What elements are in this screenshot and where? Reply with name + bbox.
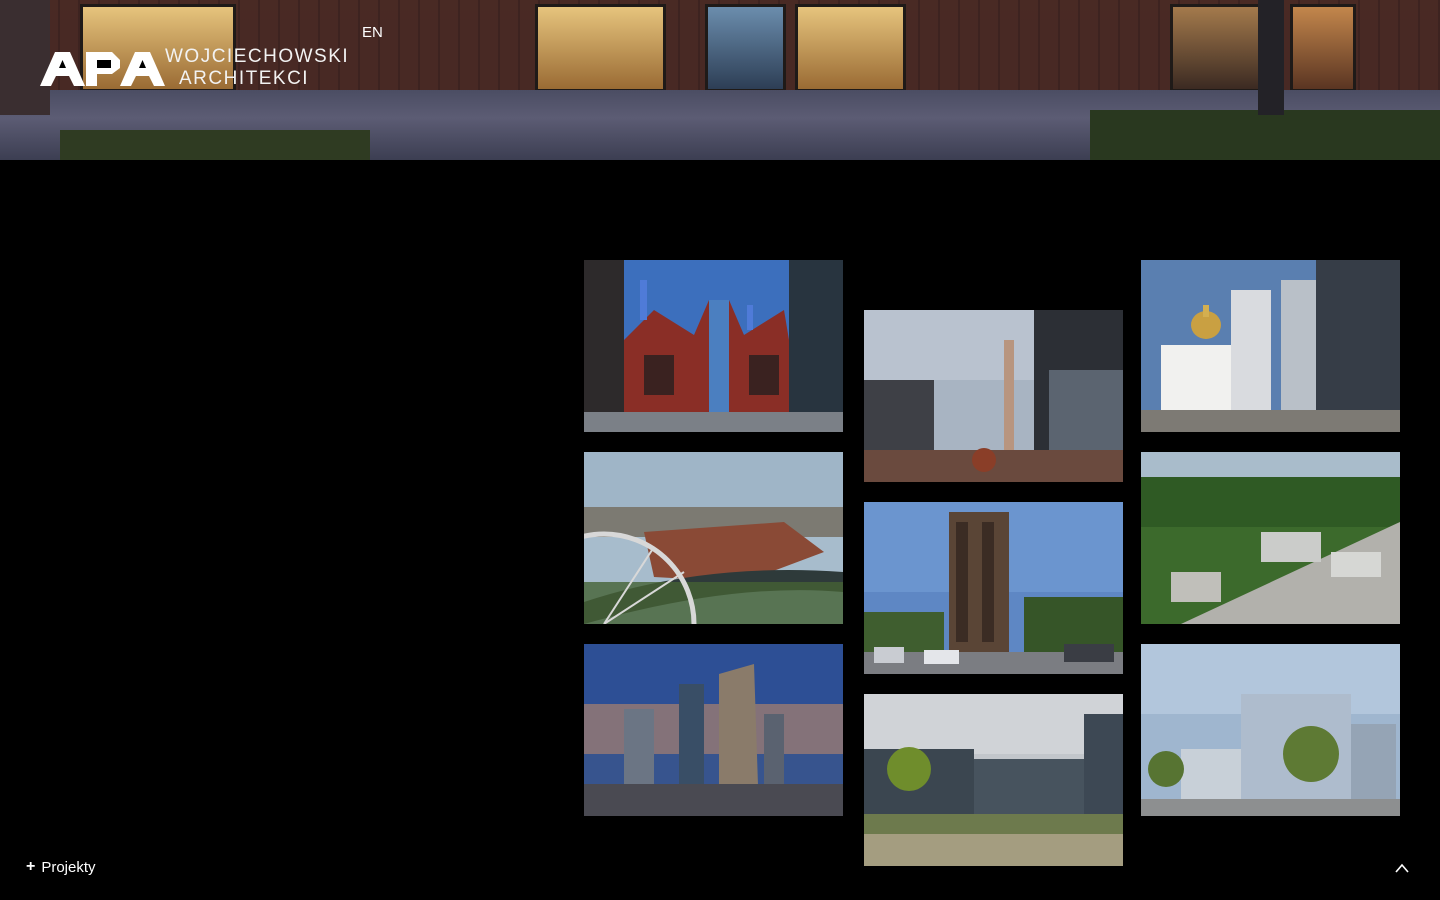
shop-window: [705, 4, 786, 92]
shop-window: [1290, 4, 1356, 92]
projects-menu-toggle[interactable]: + Projekty: [26, 858, 96, 876]
project-image: [1141, 452, 1400, 624]
language-switch[interactable]: EN: [362, 24, 383, 41]
project-tile-chimney-courtyard[interactable]: [864, 310, 1123, 482]
brand-logo[interactable]: WOJCIECHOWSKI ARCHITEKCI: [40, 46, 349, 90]
project-image: [864, 502, 1123, 674]
plus-icon: +: [26, 858, 36, 875]
project-image: [584, 452, 843, 624]
project-image: [1141, 644, 1400, 816]
brand-name: WOJCIECHOWSKI ARCHITEKCI: [165, 46, 349, 90]
project-image: [864, 694, 1123, 866]
projects-label: Projekty: [41, 858, 96, 876]
chevron-up-icon[interactable]: [1394, 862, 1410, 874]
brand-name-line1: WOJCIECHOWSKI: [165, 46, 350, 67]
project-tile-timber-tower[interactable]: [864, 502, 1123, 674]
project-tile-riverside-housing[interactable]: [584, 452, 843, 624]
project-tile-skyscrapers[interactable]: [584, 644, 843, 816]
project-tile-church-towers[interactable]: [1141, 260, 1400, 432]
project-tile-office-campus[interactable]: [864, 694, 1123, 866]
shop-window: [535, 4, 666, 92]
project-image: [864, 310, 1123, 482]
lawn: [1090, 110, 1440, 160]
shop-window: [795, 4, 906, 92]
project-tile-office-complex[interactable]: [1141, 644, 1400, 816]
project-tile-aerial-district[interactable]: [1141, 452, 1400, 624]
project-image: [584, 644, 843, 816]
lawn: [60, 130, 370, 160]
brand-name-line2: ARCHITEKCI: [179, 68, 310, 89]
steel-column: [1258, 0, 1284, 115]
project-tile-factory-hall[interactable]: [584, 260, 843, 432]
apa-logo-icon: [40, 52, 165, 86]
shop-window: [1170, 4, 1266, 92]
project-image: [584, 260, 843, 432]
project-image: [1141, 260, 1400, 432]
